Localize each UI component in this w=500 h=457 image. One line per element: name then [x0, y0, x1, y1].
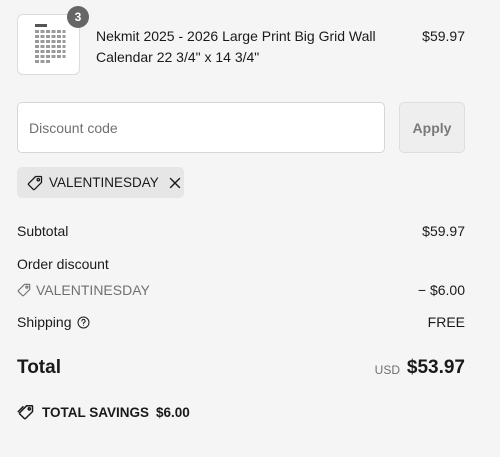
tag-icon — [27, 175, 43, 191]
tag-icon — [17, 283, 31, 297]
shipping-value: FREE — [427, 314, 465, 330]
shipping-label: Shipping — [17, 314, 72, 330]
total-label: Total — [17, 357, 61, 378]
quantity-badge: 3 — [67, 6, 89, 28]
applied-discount-chip: VALENTINESDAY — [17, 167, 184, 198]
savings-label: TOTAL SAVINGS — [42, 404, 150, 420]
calendar-product-image — [32, 21, 68, 69]
close-icon[interactable] — [168, 176, 182, 190]
shipping-row-label: Shipping — [17, 314, 90, 330]
savings-tag-icon — [17, 404, 35, 420]
total-value: $53.97 — [406, 357, 465, 378]
order-discount-code-row: VALENTINESDAY — [17, 282, 150, 298]
discount-code-input[interactable] — [17, 102, 385, 153]
savings-value: $6.00 — [156, 404, 190, 420]
product-title: Nekmit 2025 - 2026 Large Print Big Grid … — [96, 28, 376, 65]
help-circle-icon[interactable] — [77, 316, 90, 329]
order-discount-label: Order discount — [17, 256, 109, 272]
subtotal-label: Subtotal — [17, 223, 69, 239]
product-price: $59.97 — [422, 28, 465, 44]
total-currency: USD — [374, 363, 400, 377]
order-discount-code: VALENTINESDAY — [36, 282, 150, 298]
applied-discount-code: VALENTINESDAY — [49, 175, 159, 190]
calendar-image — [32, 21, 68, 69]
order-discount-value: − $6.00 — [417, 282, 465, 298]
apply-discount-button[interactable]: Apply — [399, 102, 465, 153]
subtotal-value: $59.97 — [422, 223, 465, 239]
total-savings: TOTAL SAVINGS $6.00 — [17, 404, 190, 420]
